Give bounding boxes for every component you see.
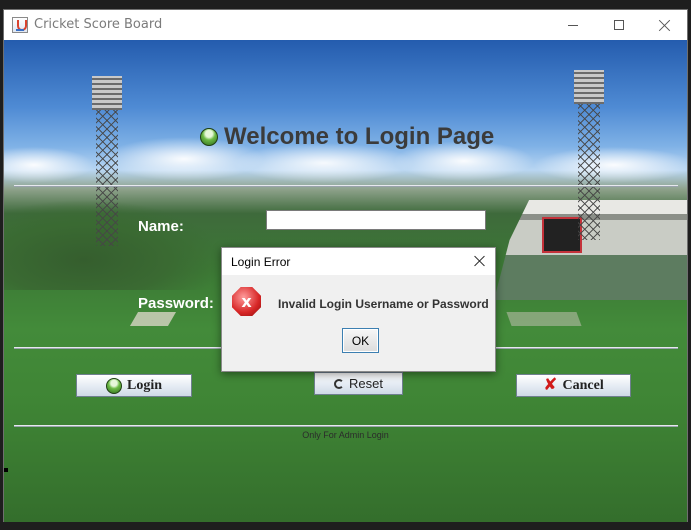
cancel-button[interactable]: ✘ Cancel — [516, 374, 631, 397]
dialog-title: Login Error — [231, 255, 291, 269]
green-ball-icon — [105, 377, 122, 394]
minimize-button[interactable] — [550, 10, 596, 40]
dialog-message: Invalid Login Username or Password — [278, 297, 489, 311]
dialog-title-bar[interactable]: Login Error — [222, 248, 495, 275]
login-error-dialog: Login Error x Invalid Login Username or … — [221, 247, 496, 372]
error-icon: x — [232, 287, 261, 316]
login-panel: Welcome to Login Page Name: Password: Lo… — [4, 40, 687, 522]
window-title: Cricket Score Board — [34, 17, 163, 32]
footer-note: Only For Admin Login — [302, 430, 389, 440]
maximize-icon — [614, 20, 624, 30]
cancel-button-label: Cancel — [562, 377, 604, 393]
name-input[interactable] — [266, 210, 486, 230]
background-pitch — [129, 312, 177, 326]
title-bar[interactable]: Cricket Score Board — [4, 10, 687, 40]
green-ball-icon — [200, 128, 218, 146]
login-button[interactable]: Login — [76, 374, 192, 397]
refresh-icon — [334, 378, 345, 389]
name-label: Name: — [138, 218, 184, 235]
close-icon — [659, 19, 671, 31]
minimize-icon — [568, 24, 578, 26]
java-cup-icon — [12, 17, 28, 33]
background-scoreboard — [542, 217, 582, 253]
page-title: Welcome to Login Page — [224, 123, 495, 150]
floodlight-tower-left — [92, 76, 122, 246]
reset-button-label: Reset — [349, 376, 383, 391]
floodlight-tower-right — [574, 70, 604, 240]
corner-mark — [4, 468, 8, 472]
divider — [14, 425, 678, 427]
dialog-close-button[interactable] — [469, 251, 491, 271]
background-pitch-far — [506, 312, 582, 326]
close-icon — [474, 255, 486, 267]
ok-button[interactable]: OK — [342, 328, 379, 353]
maximize-button[interactable] — [596, 10, 642, 40]
red-x-icon: ✘ — [543, 375, 558, 395]
divider — [14, 185, 678, 187]
password-label: Password: — [138, 295, 214, 312]
close-button[interactable] — [642, 10, 688, 40]
app-window: Cricket Score Board Welcome to Login Pag… — [3, 9, 688, 522]
reset-button[interactable]: Reset — [314, 372, 403, 395]
login-button-label: Login — [126, 377, 162, 393]
page-heading: Welcome to Login Page — [200, 122, 494, 152]
